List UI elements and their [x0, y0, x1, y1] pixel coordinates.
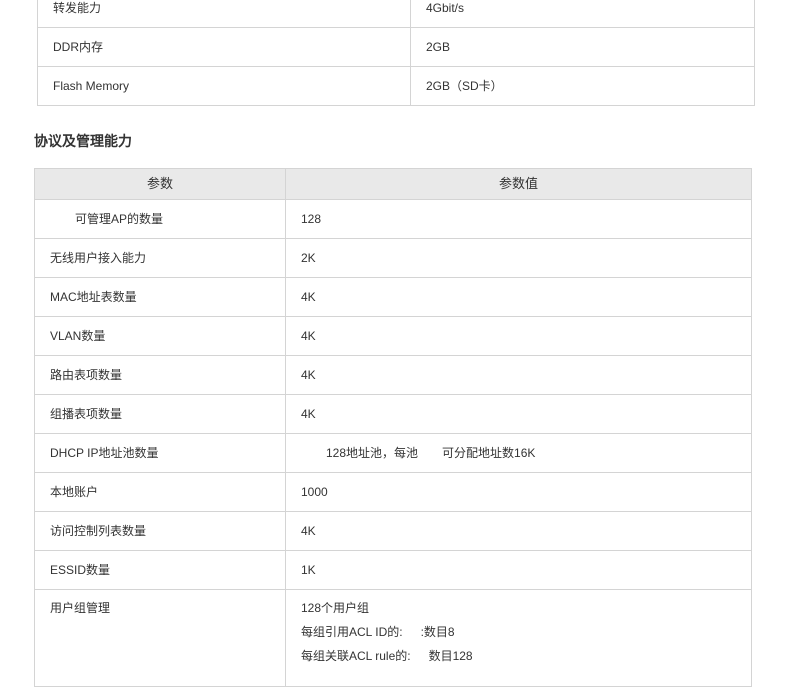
- table-row: 访问控制列表数量 4K: [34, 511, 752, 551]
- spec-table-top: 转发能力 4Gbit/s DDR内存 2GB Flash Memory 2GB（…: [37, 0, 755, 106]
- table-row: 可管理AP的数量 128: [34, 199, 752, 239]
- value-cell: 4K: [285, 355, 752, 395]
- value-cell: 2GB（SD卡）: [410, 66, 755, 106]
- table-row: 转发能力 4Gbit/s: [37, 0, 755, 28]
- value-part: 128地址池，每池: [326, 446, 419, 460]
- param-cell: 访问控制列表数量: [34, 511, 286, 551]
- table-header-row: 参数 参数值: [34, 168, 752, 200]
- value-cell: 1000: [285, 472, 752, 512]
- param-cell: Flash Memory: [37, 66, 411, 106]
- param-cell: 无线用户接入能力: [34, 238, 286, 278]
- value-line: 128个用户组: [301, 601, 370, 615]
- section-title: 协议及管理能力: [34, 133, 132, 149]
- table-row: 用户组管理 128个用户组 每组引用ACL ID的::数目8 每组关联ACL r…: [34, 589, 752, 687]
- param-cell: ESSID数量: [34, 550, 286, 590]
- value-cell: 2K: [285, 238, 752, 278]
- value-cell: 128地址池，每池 可分配地址数16K: [285, 433, 752, 473]
- param-cell: 可管理AP的数量: [34, 199, 286, 239]
- value-cell: 4K: [285, 394, 752, 434]
- value-line: 每组关联ACL rule的: 数目128: [301, 649, 473, 663]
- table-row: VLAN数量 4K: [34, 316, 752, 356]
- param-cell: MAC地址表数量: [34, 277, 286, 317]
- column-header-param: 参数: [34, 168, 286, 200]
- param-cell: 组播表项数量: [34, 394, 286, 434]
- table-row: DHCP IP地址池数量 128地址池，每池 可分配地址数16K: [34, 433, 752, 473]
- table-row: 路由表项数量 4K: [34, 355, 752, 395]
- value-cell: 2GB: [410, 27, 755, 67]
- table-row: ESSID数量 1K: [34, 550, 752, 590]
- table-row: 组播表项数量 4K: [34, 394, 752, 434]
- param-cell: DHCP IP地址池数量: [34, 433, 286, 473]
- value-cell: 4K: [285, 277, 752, 317]
- param-cell: 本地账户: [34, 472, 286, 512]
- value-line: 每组引用ACL ID的::数目8: [301, 625, 455, 639]
- value-cell: 4K: [285, 316, 752, 356]
- table-row: DDR内存 2GB: [37, 27, 755, 67]
- param-cell: VLAN数量: [34, 316, 286, 356]
- table-row: Flash Memory 2GB（SD卡）: [37, 66, 755, 106]
- value-cell: 128个用户组 每组引用ACL ID的::数目8 每组关联ACL rule的: 数…: [285, 589, 752, 687]
- param-cell: 路由表项数量: [34, 355, 286, 395]
- table-row: 无线用户接入能力 2K: [34, 238, 752, 278]
- table-row: 本地账户 1000: [34, 472, 752, 512]
- protocol-management-table: 参数 参数值 可管理AP的数量 128 无线用户接入能力 2K MAC地址表数量…: [34, 168, 752, 687]
- value-cell: 4K: [285, 511, 752, 551]
- value-cell: 128: [285, 199, 752, 239]
- param-cell: 用户组管理: [34, 589, 286, 687]
- column-header-value: 参数值: [285, 168, 752, 200]
- param-cell: 转发能力: [37, 0, 411, 28]
- param-cell: DDR内存: [37, 27, 411, 67]
- table-row: MAC地址表数量 4K: [34, 277, 752, 317]
- value-part: 可分配地址数16K: [442, 446, 536, 460]
- value-cell: 1K: [285, 550, 752, 590]
- value-cell: 4Gbit/s: [410, 0, 755, 28]
